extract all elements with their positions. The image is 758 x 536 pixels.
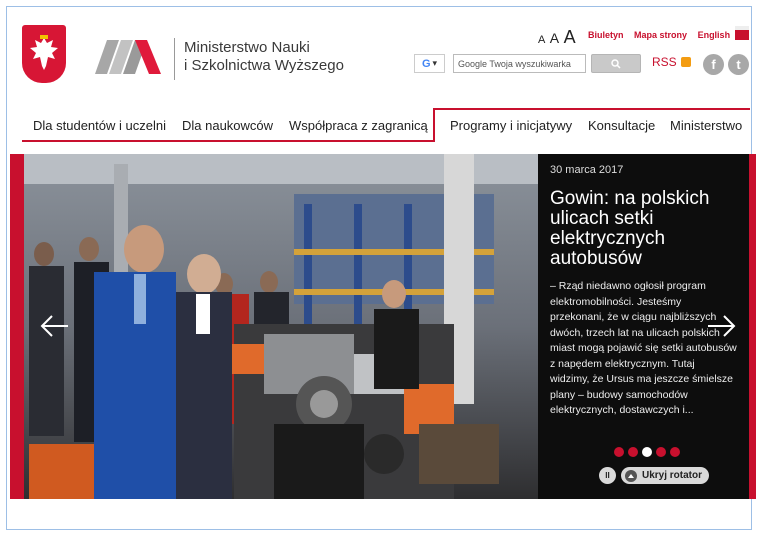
slide-indicators bbox=[614, 447, 680, 457]
slide-date: 30 marca 2017 bbox=[550, 164, 624, 176]
pause-rotator-button[interactable]: II bbox=[599, 467, 616, 484]
top-link-mapa-strony[interactable]: Mapa strony bbox=[634, 30, 687, 40]
pause-icon: II bbox=[605, 471, 610, 480]
rss-link[interactable]: RSS bbox=[652, 55, 691, 69]
slide-dot[interactable] bbox=[656, 447, 666, 457]
font-size-small-button[interactable]: A bbox=[538, 34, 545, 46]
slide-dot[interactable] bbox=[642, 447, 652, 457]
logo-divider bbox=[174, 38, 175, 80]
slide-dot[interactable] bbox=[628, 447, 638, 457]
hide-rotator-label: Ukryj rotator bbox=[642, 470, 703, 481]
next-slide-arrow-icon[interactable] bbox=[706, 314, 736, 338]
twitter-icon[interactable]: t bbox=[728, 54, 749, 75]
ministry-name[interactable]: Ministerstwo Nauki i Szkolnictwa Wyższeg… bbox=[184, 39, 344, 75]
polish-eagle-emblem-icon[interactable] bbox=[22, 25, 66, 83]
hero-slider: 30 marca 2017 Gowin: na polskich ulicach… bbox=[10, 154, 756, 499]
nav-underline bbox=[22, 140, 434, 142]
search-button[interactable] bbox=[591, 54, 641, 73]
slide-dot[interactable] bbox=[614, 447, 624, 457]
chevron-down-icon: ▾ bbox=[432, 58, 438, 68]
slide-title[interactable]: Gowin: na polskich ulicach setki elektry… bbox=[550, 189, 737, 269]
ministry-name-line2: i Szkolnictwa Wyższego bbox=[184, 57, 344, 74]
top-link-english[interactable]: English bbox=[698, 30, 731, 40]
main-navigation: Dla studentów i uczelni Dla naukowców Ws… bbox=[22, 108, 750, 142]
top-link-biuletyn[interactable]: Biuletyn bbox=[588, 30, 624, 40]
hide-rotator-button[interactable]: Ukryj rotator bbox=[621, 467, 709, 484]
top-links: Biuletyn Mapa strony English bbox=[588, 30, 738, 40]
nav-item-international[interactable]: Współpraca z zagranicą bbox=[289, 118, 428, 133]
nav-item-students[interactable]: Dla studentów i uczelni bbox=[33, 118, 166, 133]
font-size-medium-button[interactable]: A bbox=[550, 30, 559, 46]
font-size-large-button[interactable]: A bbox=[564, 27, 576, 47]
nav-item-researchers[interactable]: Dla naukowców bbox=[182, 118, 273, 133]
nav-item-programs[interactable]: Programy i inicjatywy bbox=[450, 118, 572, 133]
slide-dot[interactable] bbox=[670, 447, 680, 457]
google-icon: G bbox=[421, 57, 431, 70]
chevron-up-icon bbox=[625, 469, 637, 482]
twitter-letter: t bbox=[736, 57, 741, 72]
ministry-name-line1: Ministerstwo Nauki bbox=[184, 39, 310, 56]
slide-text: – Rząd niedawno ogłosił program elektrom… bbox=[550, 280, 737, 416]
rss-icon bbox=[680, 57, 691, 67]
facebook-icon[interactable]: f bbox=[703, 54, 724, 75]
font-size-switcher: A A A bbox=[538, 27, 576, 48]
previous-slide-arrow-icon[interactable] bbox=[40, 314, 70, 338]
slider-right-edge bbox=[749, 154, 756, 499]
rss-label: RSS bbox=[652, 55, 677, 69]
facebook-letter: f bbox=[711, 57, 716, 72]
slider-left-edge bbox=[10, 154, 24, 499]
nav-item-consultations[interactable]: Konsultacje bbox=[588, 118, 655, 133]
search-engine-select[interactable]: G ▾ bbox=[414, 54, 445, 73]
nav-item-ministry[interactable]: Ministerstwo bbox=[670, 118, 742, 133]
search-icon bbox=[611, 58, 621, 69]
polish-flag-icon[interactable] bbox=[735, 26, 749, 40]
search-input[interactable] bbox=[453, 54, 586, 73]
slide-photo[interactable] bbox=[24, 154, 538, 499]
ministry-logo-icon[interactable] bbox=[95, 40, 161, 74]
